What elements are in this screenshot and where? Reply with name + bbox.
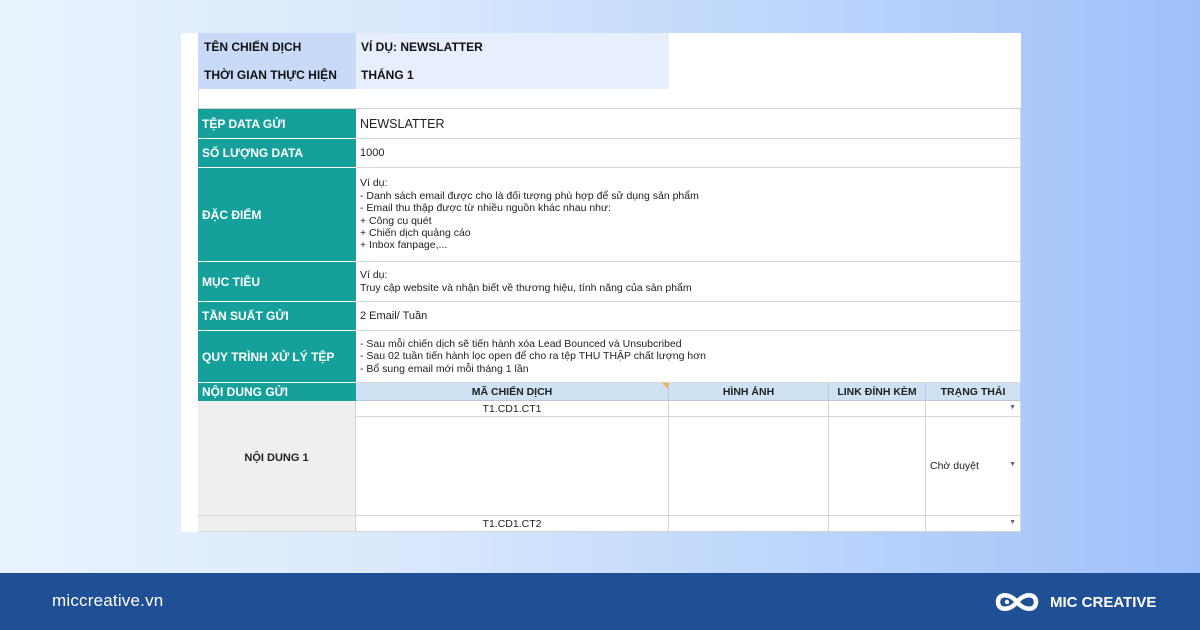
image-cell[interactable] — [669, 401, 829, 417]
comment-indicator-icon — [662, 383, 668, 389]
dropdown-caret-icon: ▼ — [1009, 461, 1016, 468]
features-value[interactable]: Ví dụ: - Danh sách email được cho là đối… — [356, 168, 1021, 262]
goal-line: Truy cập website và nhận biết về thương … — [360, 281, 692, 294]
data-count-label[interactable]: SỐ LƯỢNG DATA — [198, 139, 356, 168]
brand-logo: MIC CREATIVE — [992, 587, 1156, 617]
frequency-label[interactable]: TẦN SUẤT GỬI — [198, 302, 356, 331]
content-cell[interactable] — [356, 417, 669, 516]
image-cell[interactable] — [669, 516, 829, 532]
campaign-name-value[interactable]: VÍ DỤ: NEWSLATTER — [356, 33, 669, 61]
features-line: + Chiến dịch quảng cáo — [360, 226, 471, 239]
campaign-time-label[interactable]: THỜI GIAN THỰC HIỆN — [198, 61, 356, 89]
attachment-link-cell[interactable] — [829, 516, 926, 532]
features-line: Ví dụ: — [360, 177, 388, 190]
campaign-name-label[interactable]: TÊN CHIẾN DỊCH — [198, 33, 356, 61]
frequency-value[interactable]: 2 Email/ Tuần — [356, 302, 1021, 331]
status-dropdown[interactable]: ▼ — [926, 401, 1021, 417]
data-file-label[interactable]: TỆP DATA GỬI — [198, 109, 356, 139]
column-header-attachment-link[interactable]: LINK ĐÍNH KÈM — [829, 383, 926, 401]
goal-value[interactable]: Ví dụ: Truy cập website và nhận biết về … — [356, 262, 1021, 302]
data-file-value[interactable]: NEWSLATTER — [356, 109, 1021, 139]
infinity-logo-icon — [995, 593, 1039, 611]
process-line: - Sau mỗi chiến dịch sẽ tiến hành xóa Le… — [360, 337, 682, 350]
dropdown-caret-icon: ▼ — [1009, 404, 1016, 411]
process-line: - Bổ sung email mới mỗi tháng 1 lần — [360, 362, 529, 375]
image-cell[interactable] — [669, 417, 829, 516]
status-value: Chờ duyệt — [930, 460, 979, 472]
column-header-status[interactable]: TRẠNG THÁI — [926, 383, 1021, 401]
campaign-time-value[interactable]: THÁNG 1 — [356, 61, 669, 89]
status-dropdown[interactable]: ▼ — [926, 516, 1021, 532]
features-line: - Danh sách email được cho là đối tượng … — [360, 189, 699, 202]
content-item-label[interactable] — [198, 516, 356, 532]
dropdown-caret-icon: ▼ — [1009, 519, 1016, 526]
attachment-link-cell[interactable] — [829, 417, 926, 516]
content-item-label[interactable]: NỘI DUNG 1 — [198, 401, 356, 516]
features-label[interactable]: ĐẶC ĐIỂM — [198, 168, 356, 262]
features-line: - Email thu thập được từ nhiều nguồn khá… — [360, 202, 611, 215]
website-link[interactable]: miccreative.vn — [52, 591, 163, 611]
goal-line: Ví dụ: — [360, 269, 388, 282]
column-header-campaign-code[interactable]: MÃ CHIẾN DỊCH — [356, 383, 669, 401]
campaign-code-cell[interactable]: T1.CD1.CT1 — [356, 401, 669, 417]
features-line: + Inbox fanpage,... — [360, 239, 448, 252]
goal-label[interactable]: MỤC TIÊU — [198, 262, 356, 302]
content-section-label[interactable]: NỘI DUNG GỬI — [198, 383, 356, 401]
process-line: - Sau 02 tuần tiến hành lọc open để cho … — [360, 350, 706, 363]
status-dropdown[interactable]: Chờ duyệt ▼ — [926, 417, 1021, 516]
footer-bar: miccreative.vn MIC CREATIVE — [0, 573, 1200, 630]
attachment-link-cell[interactable] — [829, 401, 926, 417]
features-line: + Công cụ quét — [360, 214, 432, 227]
data-count-value[interactable]: 1000 — [356, 139, 1021, 168]
campaign-code-cell[interactable]: T1.CD1.CT2 — [356, 516, 669, 532]
spreadsheet: TÊN CHIẾN DỊCH VÍ DỤ: NEWSLATTER THỜI GI… — [181, 33, 1021, 532]
column-header-image[interactable]: HÌNH ẢNH — [669, 383, 829, 401]
process-label[interactable]: QUY TRÌNH XỬ LÝ TỆP — [198, 331, 356, 383]
column-header-text: MÃ CHIẾN DỊCH — [471, 385, 553, 398]
process-value[interactable]: - Sau mỗi chiến dịch sẽ tiến hành xóa Le… — [356, 331, 1021, 383]
brand-name: MIC CREATIVE — [1050, 593, 1157, 611]
